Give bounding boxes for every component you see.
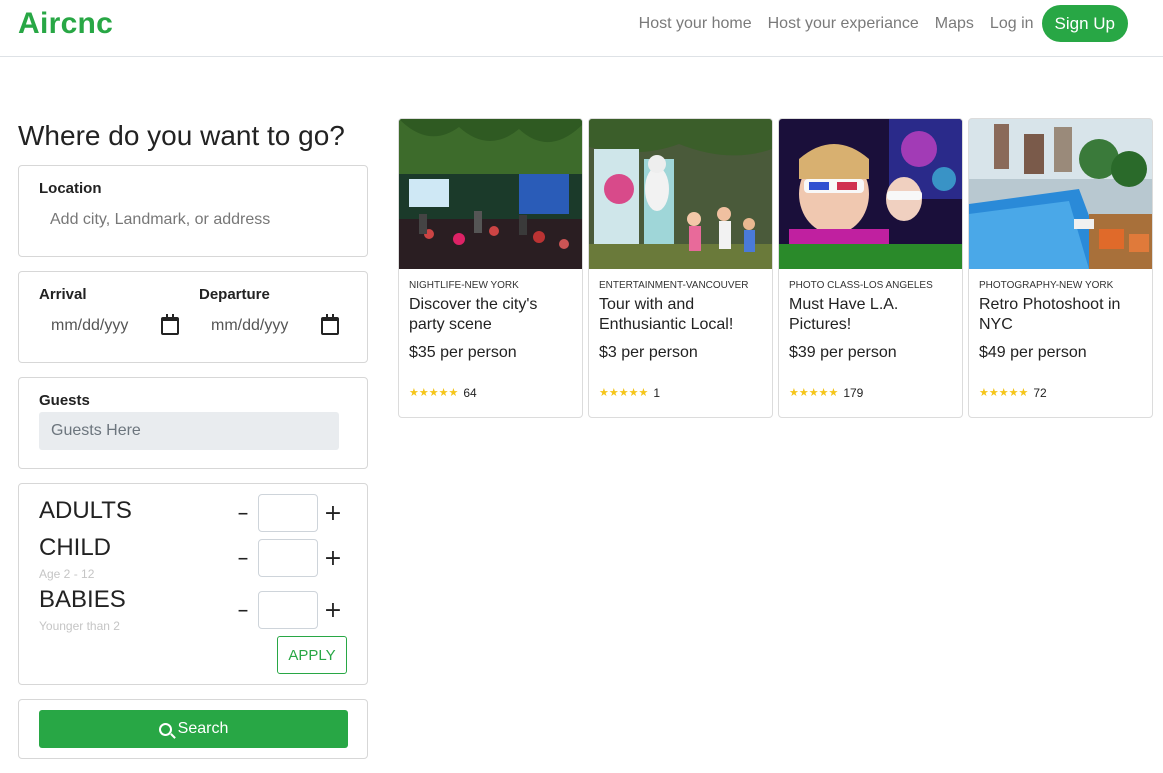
babies-label: BABIES [39, 586, 126, 613]
card-price: $39 per person [789, 344, 897, 361]
child-plus-button[interactable]: + [323, 548, 343, 570]
adults-label: ADULTS [39, 497, 132, 524]
arrival-label: Arrival [39, 286, 87, 303]
adults-minus-button[interactable]: – [233, 503, 253, 525]
card-title[interactable]: Discover the city's party scene [409, 295, 574, 335]
nightlife-party-photo [399, 119, 582, 269]
card-price: $35 per person [409, 344, 517, 361]
card-title[interactable]: Tour with and Enthusiantic Local! [599, 295, 764, 335]
dates-panel: Arrival Departure mm/dd/yyy mm/dd/yyy [18, 271, 368, 363]
guests-input[interactable] [39, 412, 339, 450]
card-category: ENTERTAINMENT-VANCOUVER [599, 280, 749, 291]
adults-plus-button[interactable]: + [323, 503, 343, 525]
card-rating: ★★★★★ 72 [979, 386, 1047, 400]
guest-counts-panel: ADULTS – + CHILD Age 2 - 12 – + BABIES Y… [18, 483, 368, 685]
star-rating-icon: ★★★★★ [409, 386, 459, 399]
child-label: CHILD [39, 534, 112, 561]
nav-host-experience[interactable]: Host your experiance [768, 5, 919, 42]
signup-button[interactable]: Sign Up [1041, 5, 1128, 42]
babies-plus-button[interactable]: + [323, 600, 343, 622]
search-icon [158, 722, 172, 736]
departure-date-input[interactable]: mm/dd/yyy [199, 314, 339, 338]
experience-card[interactable]: NIGHTLIFE-NEW YORK Discover the city's p… [398, 118, 583, 418]
guests-label: Guests [39, 392, 90, 409]
card-rating: ★★★★★ 179 [789, 386, 863, 400]
child-age-note: Age 2 - 12 [39, 567, 95, 581]
search-button[interactable]: Search [39, 710, 348, 748]
babies-minus-button[interactable]: – [233, 600, 253, 622]
brand-logo[interactable]: Aircnc [18, 6, 113, 42]
review-count: 72 [1033, 386, 1047, 400]
entertainment-tour-photo [589, 119, 772, 269]
card-category: PHOTO CLASS-LOS ANGELES [789, 280, 933, 291]
babies-age-note: Younger than 2 [39, 619, 120, 633]
search-panel: Search [18, 699, 368, 759]
review-count: 179 [843, 386, 864, 400]
nav-links: Host your home Host your experiance Maps… [623, 5, 1128, 42]
kids-3d-glasses-photo [779, 119, 962, 269]
child-minus-button[interactable]: – [233, 548, 253, 570]
apply-button[interactable]: APPLY [277, 636, 347, 674]
nav-login[interactable]: Log in [990, 5, 1034, 42]
guests-panel: Guests [18, 377, 368, 469]
calendar-icon[interactable] [321, 314, 339, 335]
card-title[interactable]: Retro Photoshoot in NYC [979, 295, 1144, 335]
nav-maps[interactable]: Maps [935, 5, 974, 42]
page-title: Where do you want to go? [18, 120, 345, 151]
location-input[interactable] [39, 206, 339, 234]
departure-label: Departure [199, 286, 270, 303]
experience-card[interactable]: PHOTOGRAPHY-NEW YORK Retro Photoshoot in… [968, 118, 1153, 418]
review-count: 64 [463, 386, 477, 400]
arrival-date-text: mm/dd/yyy [51, 317, 129, 334]
adults-count-input[interactable] [258, 494, 318, 532]
location-label: Location [39, 180, 102, 197]
star-rating-icon: ★★★★★ [789, 386, 839, 399]
star-rating-icon: ★★★★★ [599, 386, 649, 399]
card-price: $3 per person [599, 344, 698, 361]
card-rating: ★★★★★ 64 [409, 386, 477, 400]
card-category: PHOTOGRAPHY-NEW YORK [979, 280, 1114, 291]
departure-date-text: mm/dd/yyy [211, 317, 289, 334]
calendar-icon[interactable] [161, 314, 179, 335]
arrival-date-input[interactable]: mm/dd/yyy [39, 314, 179, 338]
location-panel: Location [18, 165, 368, 257]
nav-host-home[interactable]: Host your home [639, 5, 752, 42]
experience-card[interactable]: ENTERTAINMENT-VANCOUVER Tour with and En… [588, 118, 773, 418]
experience-card[interactable]: PHOTO CLASS-LOS ANGELES Must Have L.A. P… [778, 118, 963, 418]
child-count-input[interactable] [258, 539, 318, 577]
card-rating: ★★★★★ 1 [599, 386, 660, 400]
review-count: 1 [653, 386, 660, 400]
rooftop-pool-photo [969, 119, 1152, 269]
card-category: NIGHTLIFE-NEW YORK [409, 280, 519, 291]
babies-count-input[interactable] [258, 591, 318, 629]
navbar: Aircnc Host your home Host your experian… [0, 0, 1163, 57]
card-title[interactable]: Must Have L.A. Pictures! [789, 295, 954, 335]
card-price: $49 per person [979, 344, 1087, 361]
search-button-label: Search [177, 720, 229, 737]
star-rating-icon: ★★★★★ [979, 386, 1029, 399]
